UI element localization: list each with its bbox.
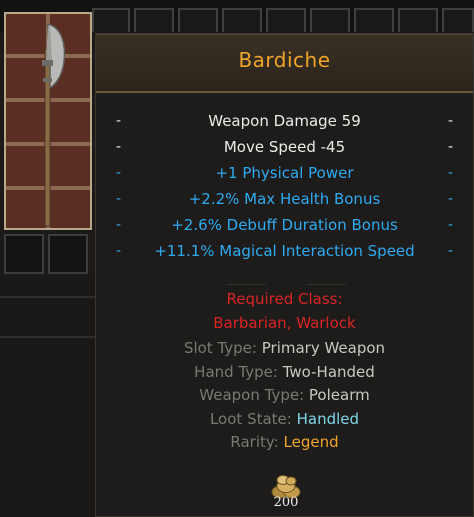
detail-value: Primary Weapon	[261, 339, 386, 357]
detail-value: Two-Handed	[282, 363, 375, 381]
required-class-label: Required Class:	[226, 290, 343, 308]
detail-hand-type: Hand Type: Two-Handed	[96, 361, 473, 383]
stat-row: - +2.6% Debuff Duration Bonus -	[96, 213, 473, 237]
price-value: 200	[273, 495, 299, 510]
detail-rarity: Rarity: Legend	[96, 431, 473, 453]
detail-label: Hand Type:	[194, 363, 278, 381]
stat-move-speed: Move Speed -45	[223, 138, 346, 156]
stat-bullet: -	[447, 165, 453, 181]
divider	[0, 336, 96, 338]
inventory-slot[interactable]	[442, 8, 474, 32]
inventory-slot[interactable]	[354, 8, 394, 32]
detail-slot-type: Slot Type: Primary Weapon	[96, 337, 473, 359]
detail-value: Handled	[296, 410, 360, 428]
detail-label: Weapon Type:	[199, 386, 305, 404]
detail-weapon-type: Weapon Type: Polearm	[96, 384, 473, 406]
stat-bullet: -	[447, 139, 453, 155]
stat-row: - +2.2% Max Health Bonus -	[96, 187, 473, 211]
inventory-slot[interactable]	[48, 234, 88, 274]
stat-debuff-duration-bonus: +2.6% Debuff Duration Bonus	[171, 216, 398, 234]
detail-label: Rarity:	[230, 433, 279, 451]
inventory-lower-panel	[0, 278, 96, 517]
inventory-slot[interactable]	[134, 8, 174, 32]
detail-value: Polearm	[308, 386, 370, 404]
inventory-slot[interactable]	[222, 8, 262, 32]
bardiche-polearm-icon	[42, 23, 66, 227]
required-class-list: Barbarian, Warlock	[213, 314, 356, 332]
stat-row: - +11.1% Magical Interaction Speed -	[96, 239, 473, 263]
detail-label: Slot Type:	[183, 339, 257, 357]
inventory-slot[interactable]	[266, 8, 306, 32]
stat-weapon-damage: Weapon Damage 59	[208, 112, 361, 130]
stat-bullet: -	[447, 113, 453, 129]
stat-row: - Move Speed -45 -	[96, 135, 473, 159]
stat-bullet: -	[447, 217, 453, 233]
item-name: Bardiche	[238, 48, 331, 72]
item-tooltip: Bardiche - Weapon Damage 59 - - Move Spe…	[95, 33, 474, 517]
inventory-slot[interactable]	[178, 8, 218, 32]
stat-magical-interaction-speed: +11.1% Magical Interaction Speed	[154, 242, 415, 260]
inventory-slot-row	[4, 234, 92, 274]
detail-value: Legend	[283, 433, 339, 451]
stat-max-health-bonus: +2.2% Max Health Bonus	[188, 190, 381, 208]
tooltip-header: Bardiche	[96, 34, 473, 93]
inventory-slot[interactable]	[4, 234, 44, 274]
equipped-item-slot[interactable]	[4, 12, 92, 230]
divider	[0, 296, 96, 298]
inventory-slot[interactable]	[310, 8, 350, 32]
stat-physical-power: +1 Physical Power	[215, 164, 354, 182]
inventory-slot[interactable]	[398, 8, 438, 32]
inventory-slot[interactable]	[92, 8, 130, 32]
item-price: 200	[266, 474, 306, 514]
stat-bullet: -	[447, 243, 453, 259]
detail-label: Loot State:	[209, 410, 292, 428]
detail-loot-state: Loot State: Handled	[96, 408, 473, 430]
stat-row: - Weapon Damage 59 -	[96, 109, 473, 133]
stat-row: - +1 Physical Power -	[96, 161, 473, 185]
stat-bullet: -	[447, 191, 453, 207]
